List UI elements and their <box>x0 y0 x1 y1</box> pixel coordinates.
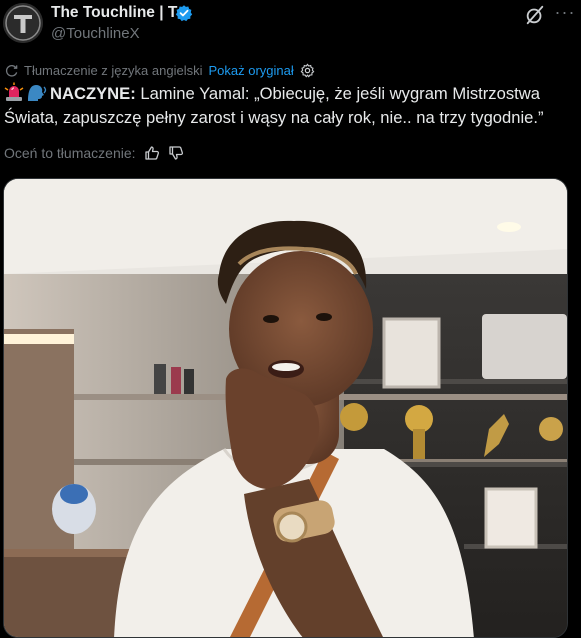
rate-translation: Oceń to tłumaczenie: <box>4 143 184 163</box>
avatar[interactable] <box>3 3 43 43</box>
tweet-text: NACZYNE: Lamine Yamal: „Obiecuję, że jeś… <box>4 82 576 130</box>
more-options-button[interactable]: ··· <box>553 3 577 25</box>
translation-info: Tłumaczenie z języka angielski Pokaż ory… <box>4 60 315 80</box>
grok-icon[interactable] <box>524 4 546 26</box>
display-name[interactable]: The Touchline | T <box>51 4 177 22</box>
tweet-media-video[interactable] <box>3 178 568 638</box>
touchline-logo-icon <box>3 3 43 43</box>
gear-icon[interactable] <box>300 62 315 78</box>
translate-icon <box>5 64 18 77</box>
police-light-emoji <box>4 82 24 101</box>
tweet-line-2: Świata, zapuszczę pełny zarost i wąsy na… <box>4 108 544 127</box>
video-thumbnail <box>4 179 567 637</box>
speaking-head-emoji <box>28 85 47 101</box>
tweet-header: The Touchline | T @TouchlineX ··· <box>0 0 581 52</box>
verified-badge-icon <box>175 5 193 22</box>
tweet-prefix: NACZYNE: <box>50 84 136 103</box>
translation-label: Tłumaczenie z języka angielski <box>24 62 203 78</box>
thumbs-up-icon[interactable] <box>144 145 160 161</box>
tweet-line-1: NACZYNE: Lamine Yamal: „Obiecuję, że jeś… <box>4 82 576 106</box>
thumbs-down-icon[interactable] <box>168 145 184 161</box>
tweet-line1-text: Lamine Yamal: „Obiecuję, że jeśli wygram… <box>135 84 540 103</box>
rate-label: Oceń to tłumaczenie: <box>4 145 136 161</box>
show-original-link[interactable]: Pokaż oryginał <box>208 63 293 78</box>
handle[interactable]: @TouchlineX <box>51 25 140 42</box>
